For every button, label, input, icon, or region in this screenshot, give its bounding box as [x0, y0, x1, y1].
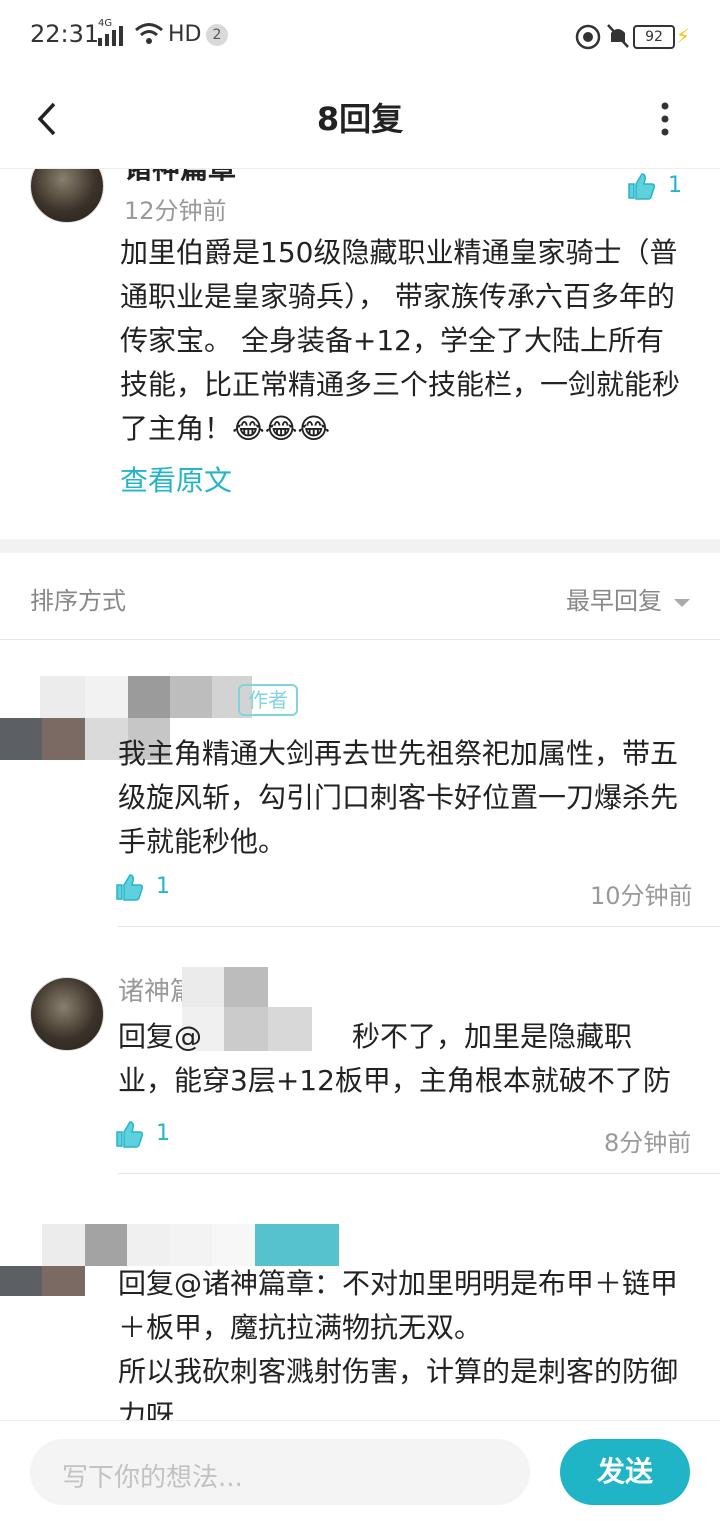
section-divider — [0, 539, 720, 553]
page-title: 8回复 — [316, 100, 404, 138]
sort-dropdown[interactable]: 最早回复 — [566, 581, 691, 616]
wifi-icon — [134, 22, 164, 50]
avatar[interactable] — [30, 169, 104, 223]
notification-badge: 2 — [206, 24, 228, 46]
reply-content-line: 所以我砍刺客溅射伤害，计算的是刺客的防御力呀 — [118, 1355, 679, 1420]
reply-content: 我主角精通大剑再去世先祖祭祀加属性，带五级旋风斩，勾引门口刺客卡好位置一刀爆杀先… — [118, 737, 679, 858]
thumbs-up-icon — [116, 1121, 143, 1148]
charging-icon: ⚡ — [676, 24, 691, 48]
avatar[interactable] — [30, 977, 104, 1051]
like-button[interactable]: 1 — [114, 1119, 170, 1153]
sort-bar: 排序方式 最早回复 — [0, 553, 720, 639]
author-tag: 作者 — [238, 684, 298, 716]
mute-icon — [605, 22, 631, 54]
hd-indicator: HD — [168, 22, 202, 47]
reply-time: 8分钟前 — [604, 1129, 692, 1157]
reply-content: 回复@ 秒不了，加里是隐藏职业，能穿3层+12板甲，主角根本就破不了防 — [118, 1020, 671, 1097]
post-content: 加里伯爵是150级隐藏职业精通皇家骑士（普通职业是皇家骑兵）， 带家族传承六百多… — [120, 236, 681, 445]
like-button[interactable]: 1 — [114, 872, 170, 906]
like-button[interactable]: 1 — [626, 171, 682, 205]
author-name[interactable]: 诸神篇章 — [124, 169, 236, 187]
status-bar: 22:31 4G HD 2 92 ⚡ — [0, 0, 720, 72]
comment-input[interactable]: 写下你的想法... — [30, 1439, 530, 1505]
thumbs-up-icon — [116, 874, 143, 901]
send-button[interactable]: 发送 — [560, 1439, 690, 1505]
sort-label: 排序方式 — [30, 587, 126, 615]
post-time: 12分钟前 — [124, 197, 227, 225]
reply-item: 回复@诸神篇章：不对加里明明是布甲＋链甲＋板甲，魔抗拉满物抗无双。 所以我砍刺客… — [0, 1174, 720, 1420]
reply-prefix[interactable]: 回复@ — [118, 1020, 202, 1053]
reply-item: 作者 我主角精通大剑再去世先祖祭祀加属性，带五级旋风斩，勾引门口刺客卡好位置一刀… — [0, 640, 720, 928]
caret-down-icon — [674, 599, 691, 607]
more-vertical-icon — [661, 102, 669, 136]
comment-composer: 写下你的想法... 发送 — [0, 1420, 720, 1521]
top-app-bar: 8回复 — [0, 72, 720, 169]
comment-placeholder: 写下你的想法... — [62, 1463, 243, 1493]
reply-time: 10分钟前 — [590, 882, 693, 910]
like-count: 1 — [668, 173, 682, 198]
like-count: 1 — [156, 1121, 170, 1146]
reply-content: 回复@诸神篇章：不对加里明明是布甲＋链甲＋板甲，魔抗拉满物抗无双。 — [118, 1267, 679, 1344]
original-post: 诸神篇章 12分钟前 1 加里伯爵是150级隐藏职业精通皇家骑士（普通职业是皇家… — [0, 169, 720, 539]
battery-icon: 92 — [633, 25, 675, 49]
sort-value: 最早回复 — [566, 587, 662, 615]
more-options-button[interactable] — [650, 94, 680, 144]
view-original-link[interactable]: 查看原文 — [120, 459, 232, 499]
thumbs-up-icon — [628, 173, 655, 200]
mode-icon — [575, 24, 601, 54]
like-count: 1 — [156, 874, 170, 899]
status-time: 22:31 — [30, 20, 100, 48]
reply-item: 诸神篇 回复@ 秒不了，加里是隐藏职业，能穿3层+12板甲，主角根本就破不了防 1… — [0, 927, 720, 1173]
